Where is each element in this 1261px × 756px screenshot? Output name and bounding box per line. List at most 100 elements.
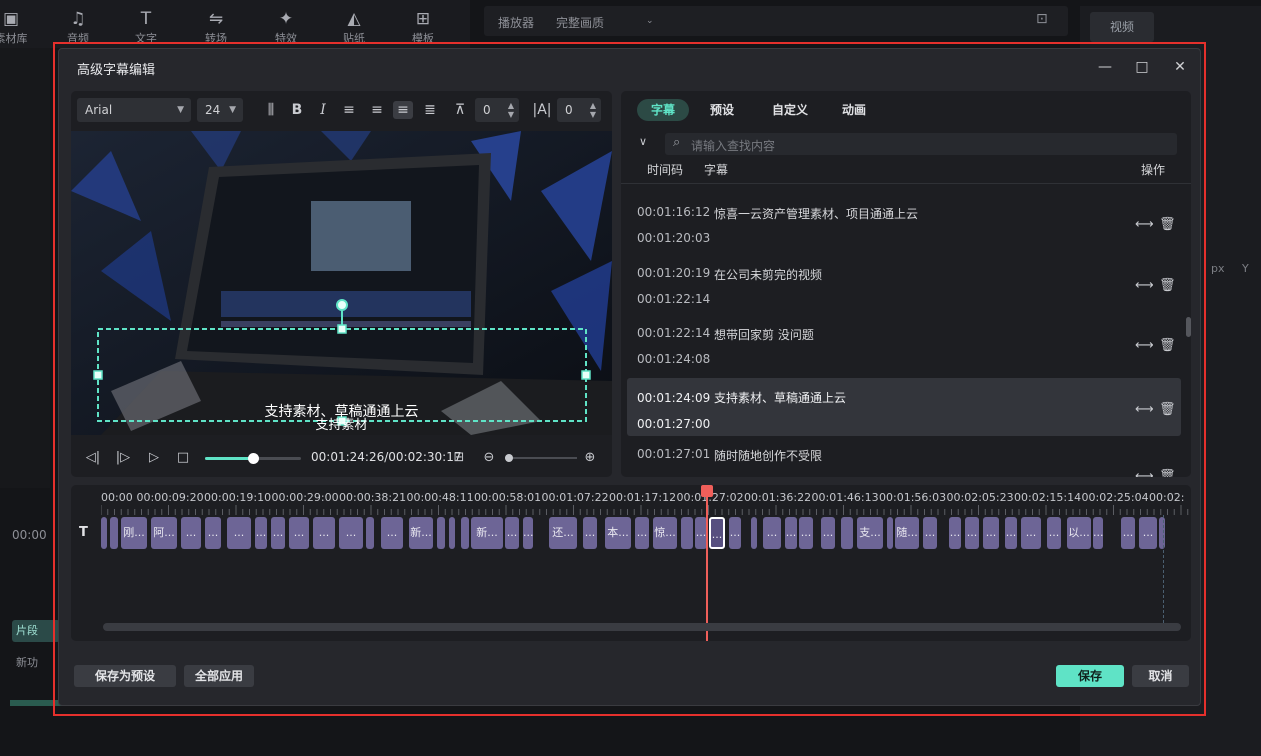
subtitle-clip[interactable]: ... bbox=[381, 517, 403, 549]
stepper-icon[interactable]: ▲ ▼ bbox=[508, 101, 514, 119]
trash-icon[interactable]: 🗑 bbox=[1159, 217, 1176, 232]
text-spacing-icon[interactable]: ⫼ bbox=[261, 101, 281, 119]
stop-icon[interactable]: □ bbox=[173, 448, 193, 468]
subtitle-clip[interactable]: ... bbox=[923, 517, 937, 549]
trash-icon[interactable]: 🗑 bbox=[1159, 398, 1176, 422]
letter-spacing-input[interactable]: 0 ▲ ▼ bbox=[557, 98, 601, 122]
zoom-in-icon[interactable]: ⊕ bbox=[580, 448, 600, 468]
subtitle-clip[interactable]: 惊... bbox=[653, 517, 677, 549]
tab-subtitles[interactable]: 字幕 bbox=[637, 99, 689, 121]
progress-knob[interactable] bbox=[248, 453, 259, 464]
playhead[interactable] bbox=[706, 485, 708, 641]
subtitle-clip[interactable]: 以... bbox=[1067, 517, 1091, 549]
bg-chart-icon[interactable]: ⊡ bbox=[1036, 11, 1048, 27]
bg-quality-select[interactable]: 完整画质 bbox=[556, 14, 604, 31]
progress-track[interactable] bbox=[205, 453, 301, 464]
next-frame-icon[interactable]: |▷ bbox=[113, 448, 133, 468]
apply-all-button[interactable]: 全部应用 bbox=[184, 665, 254, 687]
tab-animation[interactable]: 动画 bbox=[841, 99, 867, 121]
align-center-icon[interactable]: ≡ bbox=[393, 101, 413, 119]
subtitle-clip[interactable]: ... bbox=[255, 517, 267, 549]
subtitle-row[interactable]: 00:01:27:01 随时随地创作不受限 ⟷ 🗑 bbox=[627, 439, 1181, 477]
tab-custom[interactable]: 自定义 bbox=[771, 99, 809, 121]
play-icon[interactable]: ▷ bbox=[144, 448, 164, 468]
subtitle-clip[interactable]: ... bbox=[523, 517, 533, 549]
subtitle-search[interactable]: ⌕ 请输入查找内容 bbox=[665, 133, 1177, 155]
trash-icon[interactable]: 🗑 bbox=[1159, 338, 1176, 353]
subtitle-clip[interactable]: ... bbox=[983, 517, 999, 549]
trash-icon[interactable]: 🗑 bbox=[1159, 469, 1176, 477]
subtitle-clip[interactable] bbox=[887, 517, 893, 549]
split-icon[interactable]: ⟷ bbox=[1135, 398, 1154, 422]
split-icon[interactable]: ⟷ bbox=[1135, 338, 1154, 353]
subtitle-clip[interactable] bbox=[437, 517, 445, 549]
subtitle-clip-selected[interactable]: ... bbox=[709, 517, 725, 549]
subtitle-clip[interactable]: 支... bbox=[857, 517, 883, 549]
trash-icon[interactable]: 🗑 bbox=[1159, 278, 1176, 293]
save-preset-button[interactable]: 保存为预设 bbox=[74, 665, 176, 687]
subtitle-clip[interactable]: 随... bbox=[895, 517, 919, 549]
fit-screen-icon[interactable]: ⊟ bbox=[449, 448, 469, 468]
subtitle-clip[interactable] bbox=[449, 517, 455, 549]
subtitle-clip[interactable]: ... bbox=[313, 517, 335, 549]
cancel-button[interactable]: 取消 bbox=[1132, 665, 1189, 687]
subtitle-clip[interactable]: ... bbox=[227, 517, 251, 549]
subtitle-clip[interactable]: ... bbox=[289, 517, 309, 549]
prev-frame-icon[interactable]: ◁| bbox=[83, 448, 103, 468]
video-preview[interactable]: 支持素材、草稿通通上云 支持素材 bbox=[71, 131, 612, 435]
subtitle-clip[interactable]: ... bbox=[799, 517, 813, 549]
subtitle-clip[interactable]: ... bbox=[1021, 517, 1041, 549]
subtitle-clip[interactable]: 本... bbox=[605, 517, 631, 549]
subtitle-clip[interactable]: ... bbox=[181, 517, 201, 549]
list-scrollbar[interactable] bbox=[1186, 317, 1191, 337]
subtitle-clip[interactable]: ... bbox=[271, 517, 285, 549]
bg-tool-sticker[interactable]: ◭ 贴纸 bbox=[329, 10, 379, 46]
subtitle-clip[interactable] bbox=[461, 517, 469, 549]
save-button[interactable]: 保存 bbox=[1056, 665, 1124, 687]
subtitle-clip[interactable]: ... bbox=[1121, 517, 1135, 549]
bg-tool-transition[interactable]: ⇋ 转场 bbox=[191, 10, 241, 46]
subtitle-clip[interactable] bbox=[681, 517, 693, 549]
bg-tool-audio[interactable]: ♫ 音频 bbox=[53, 10, 103, 46]
zoom-knob[interactable] bbox=[505, 454, 513, 462]
zoom-slider[interactable] bbox=[505, 454, 577, 462]
subtitle-clip[interactable]: 还... bbox=[549, 517, 577, 549]
collapse-chevron-icon[interactable]: ∨ bbox=[639, 135, 647, 148]
subtitle-clip[interactable]: ... bbox=[505, 517, 519, 549]
subtitle-clip[interactable] bbox=[366, 517, 374, 549]
subtitle-clip[interactable] bbox=[1159, 517, 1165, 549]
bold-icon[interactable]: B bbox=[287, 101, 307, 119]
search-input[interactable]: 请输入查找内容 bbox=[691, 137, 775, 154]
tab-presets[interactable]: 预设 bbox=[709, 99, 735, 121]
subtitle-clip[interactable]: ... bbox=[821, 517, 835, 549]
subtitle-clip[interactable]: ... bbox=[1093, 517, 1103, 549]
bg-tool-text[interactable]: T 文字 bbox=[121, 10, 171, 46]
subtitle-clip[interactable]: ... bbox=[635, 517, 649, 549]
subtitle-clip[interactable]: 刚... bbox=[121, 517, 147, 549]
stepper-icon[interactable]: ▲ ▼ bbox=[590, 101, 596, 119]
font-size-select[interactable]: 24 ▼ bbox=[197, 98, 243, 122]
subtitle-row[interactable]: 00:01:16:12 00:01:20:03 惊喜一云资产管理素材、项目通通上… bbox=[627, 197, 1181, 255]
italic-icon[interactable]: I bbox=[313, 101, 333, 119]
subtitle-clip[interactable]: 阿... bbox=[151, 517, 177, 549]
close-button[interactable]: ✕ bbox=[1169, 57, 1191, 77]
font-family-select[interactable]: Arial ▼ bbox=[77, 98, 191, 122]
align-right-icon[interactable]: ≡ bbox=[367, 101, 387, 119]
subtitle-clip[interactable] bbox=[110, 517, 118, 549]
split-icon[interactable]: ⟷ bbox=[1135, 217, 1154, 232]
maximize-button[interactable]: □ bbox=[1131, 57, 1153, 77]
subtitle-row[interactable]: 00:01:22:14 00:01:24:08 想带回家剪 没问题 ⟷ 🗑 bbox=[627, 318, 1181, 376]
subtitle-clip[interactable]: ... bbox=[583, 517, 597, 549]
subtitle-clip[interactable]: 新... bbox=[471, 517, 503, 549]
line-spacing-input[interactable]: 0 ▲ ▼ bbox=[475, 98, 519, 122]
bg-tab-video[interactable]: 视频 bbox=[1090, 12, 1154, 42]
split-icon[interactable]: ⟷ bbox=[1135, 278, 1154, 293]
subtitle-clip[interactable]: ... bbox=[763, 517, 781, 549]
zoom-out-icon[interactable]: ⊖ bbox=[479, 448, 499, 468]
subtitle-clip[interactable]: 新... bbox=[409, 517, 433, 549]
subtitle-clip[interactable]: ... bbox=[785, 517, 797, 549]
subtitle-clip[interactable]: ... bbox=[949, 517, 961, 549]
subtitle-track[interactable]: 刚... 阿.............................. 新... 新… bbox=[101, 517, 1191, 549]
timeline-ruler[interactable]: 00:00 00:00:09:20 00:00:19:10 00:00:29:00 00… bbox=[101, 485, 1191, 515]
subtitle-clip[interactable]: ... bbox=[1047, 517, 1061, 549]
